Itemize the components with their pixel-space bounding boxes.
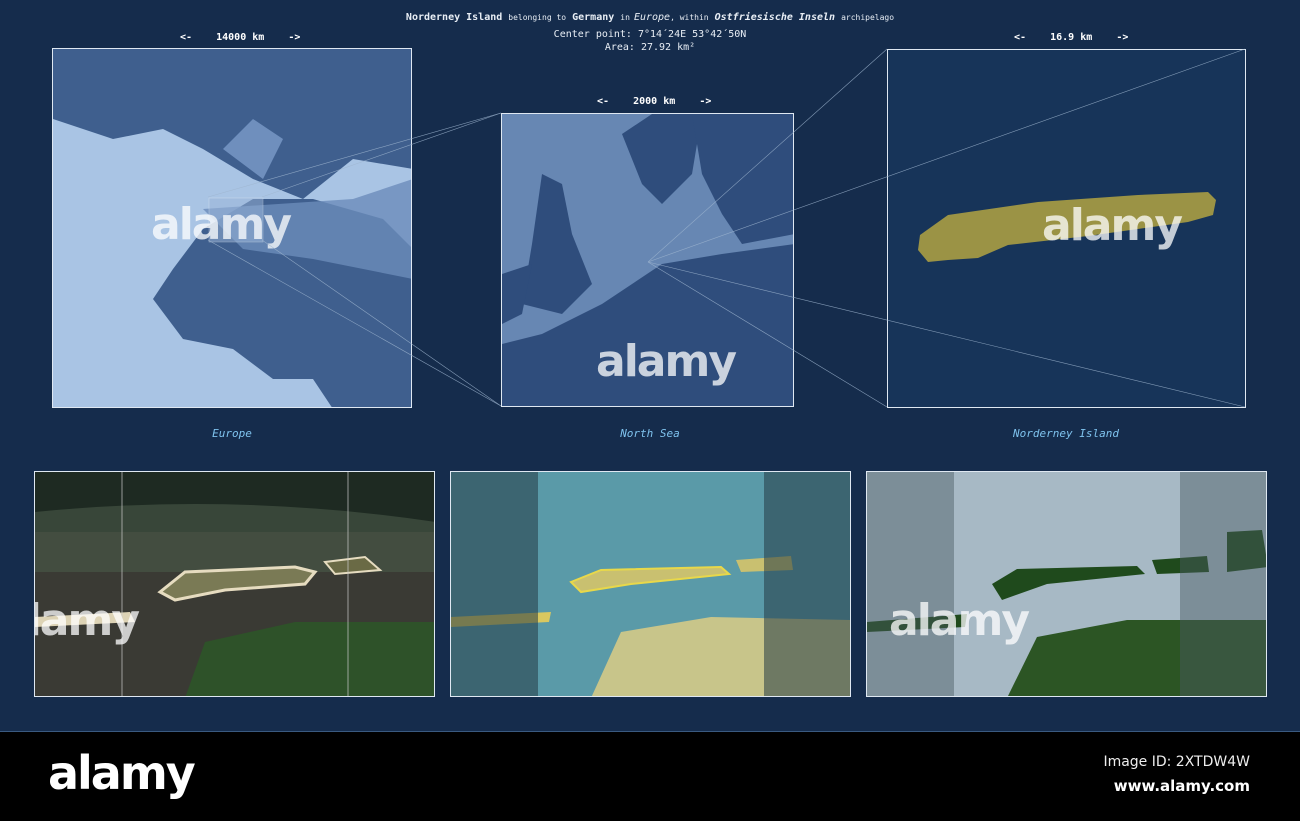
topographic-view[interactable] (450, 471, 851, 697)
image-id: Image ID: 2XTDW4W (1103, 754, 1250, 770)
satellite-view[interactable]: alamy (34, 471, 435, 697)
terrain-view[interactable]: alamy (866, 471, 1267, 697)
satellite-image (35, 472, 434, 696)
alamy-url[interactable]: www.alamy.com (1114, 777, 1250, 795)
watermark: alamy (889, 595, 1030, 646)
alamy-logo: alamy (48, 746, 196, 800)
terrain-image (867, 472, 1266, 696)
watermark: alamy (35, 595, 140, 646)
topographic-image (451, 472, 850, 696)
label-island: Norderney Island (1013, 427, 1119, 440)
stock-banner: alamy Image ID: 2XTDW4W www.alamy.com (0, 732, 1300, 821)
label-north-sea: North Sea (620, 427, 680, 440)
label-europe: Europe (212, 427, 252, 440)
map-canvas: Norderney Island belonging to Germany in… (0, 0, 1300, 732)
